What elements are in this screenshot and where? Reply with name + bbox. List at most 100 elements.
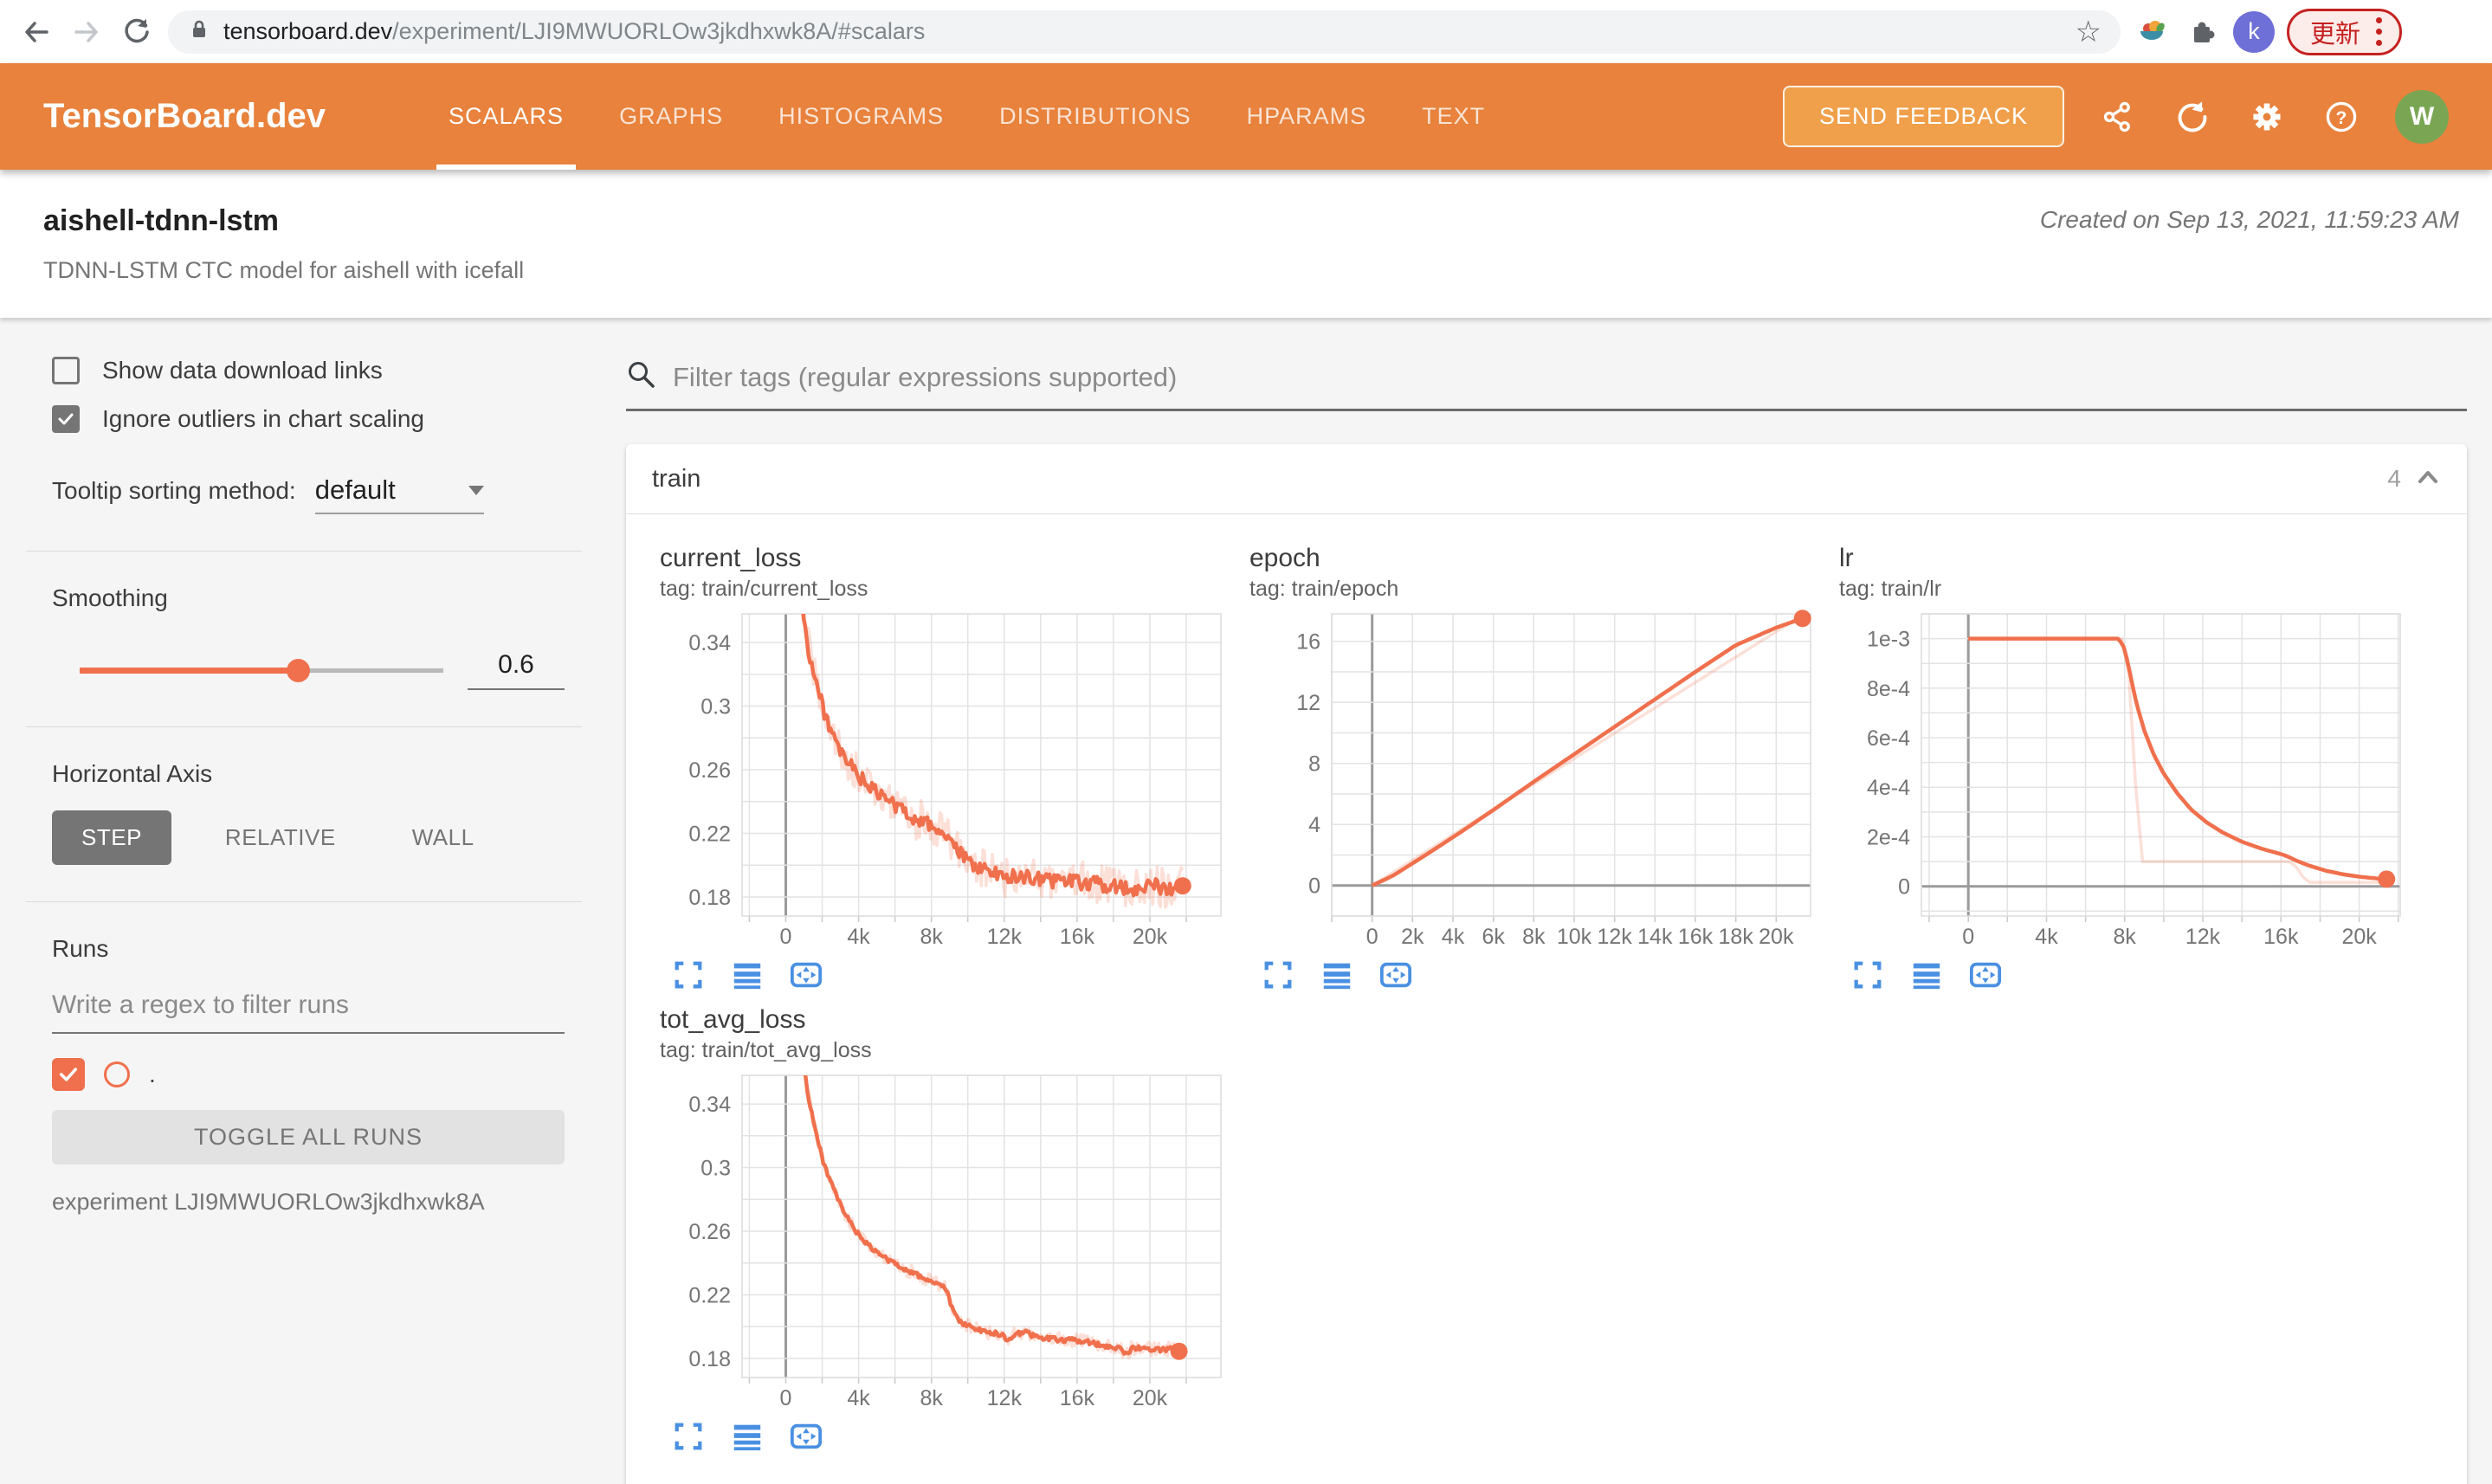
fit-domain-icon[interactable] [788, 957, 824, 993]
svg-text:0.26: 0.26 [688, 1220, 731, 1244]
fit-domain-icon[interactable] [788, 1418, 824, 1455]
svg-text:16k: 16k [1060, 1386, 1095, 1410]
chart-plot[interactable]: 0 4k 8k 12k 16k 20k 0.34 0.3 0.26 0.22 0.18 [660, 605, 1231, 952]
tab-hparams[interactable]: HPARAMS [1219, 63, 1395, 170]
svg-text:4e-4: 4e-4 [1867, 776, 1910, 800]
svg-text:0.26: 0.26 [688, 758, 731, 783]
train-section-header[interactable]: train 4 [626, 444, 2467, 514]
help-icon[interactable]: ? [2321, 96, 2362, 138]
chart-tag: tag: train/current_loss [660, 577, 868, 601]
send-feedback-button[interactable]: SEND FEEDBACK [1782, 86, 2064, 147]
log-scale-icon[interactable] [1319, 957, 1355, 993]
svg-text:0: 0 [780, 1386, 792, 1410]
svg-text:0: 0 [1308, 874, 1320, 899]
share-icon[interactable] [2097, 96, 2139, 138]
svg-text:0.3: 0.3 [700, 695, 731, 719]
tab-graphs[interactable]: GRAPHS [591, 63, 751, 170]
expand-chart-icon[interactable] [1850, 957, 1886, 993]
browser-profile-avatar[interactable]: k [2233, 10, 2275, 53]
section-chart-count: 4 [2387, 465, 2401, 492]
axis-option-relative[interactable]: RELATIVE [203, 810, 358, 865]
fit-domain-icon[interactable] [1967, 957, 2004, 993]
slider-thumb[interactable] [287, 659, 310, 682]
chart-plot[interactable]: 0 4k 8k 12k 16k 20k 0 2e-4 4e-4 6e-4 8e-4 1e-3 [1839, 605, 2411, 952]
runs-filter-input[interactable] [52, 982, 565, 1034]
extension-bowl-icon[interactable] [2133, 13, 2171, 51]
refresh-icon[interactable] [2172, 96, 2213, 138]
tooltip-sorting-select[interactable]: default [314, 474, 484, 514]
chart-title: lr [1839, 544, 1854, 572]
settings-gear-icon[interactable] [2246, 96, 2288, 138]
browser-forward-icon[interactable] [68, 13, 106, 51]
svg-text:4k: 4k [2035, 925, 2058, 949]
browser-back-icon[interactable] [17, 13, 55, 51]
tooltip-sorting-label: Tooltip sorting method: [52, 477, 296, 504]
experiment-title-bar: aishell-tdnn-lstm TDNN-LSTM CTC model fo… [0, 170, 2492, 318]
extensions-puzzle-icon[interactable] [2183, 13, 2221, 51]
show-download-links-row[interactable]: Show data download links [52, 357, 565, 384]
log-scale-icon[interactable] [729, 957, 765, 993]
chart-tot-avg-loss: tot_avg_loss tag: train/tot_avg_loss 0 4k… [660, 1005, 1231, 1455]
smoothing-slider[interactable] [80, 659, 443, 682]
svg-text:4: 4 [1308, 813, 1320, 837]
log-scale-icon[interactable] [1908, 957, 1945, 993]
tab-histograms[interactable]: HISTOGRAMS [751, 63, 972, 170]
chart-plot[interactable]: 0 2k 4k 6k 8k 10k 12k 14k 16k 18k 20k 0 4 8 12 16 [1249, 605, 1821, 952]
chart-lr: lr tag: train/lr 0 4k 8k 12k 16k 20k 0 2e-4 4e-4… [1839, 544, 2411, 993]
browser-update-menu-button[interactable]: 更新 [2287, 8, 2403, 55]
svg-text:8k: 8k [1522, 925, 1546, 949]
svg-text:16: 16 [1296, 630, 1320, 655]
ignore-outliers-checkbox[interactable] [52, 405, 80, 433]
lock-icon [187, 17, 211, 46]
svg-text:12: 12 [1296, 691, 1320, 715]
svg-text:0.34: 0.34 [688, 1093, 731, 1117]
expand-chart-icon[interactable] [670, 957, 707, 993]
svg-text:8: 8 [1308, 752, 1320, 777]
log-scale-icon[interactable] [729, 1418, 765, 1455]
chart-current-loss: current_loss tag: train/current_loss 0 4k… [660, 544, 1231, 993]
svg-text:4k: 4k [1442, 925, 1465, 949]
tab-distributions[interactable]: DISTRIBUTIONS [972, 63, 1219, 170]
browser-reload-icon[interactable] [118, 13, 156, 51]
svg-text:6e-4: 6e-4 [1867, 726, 1910, 751]
fit-domain-icon[interactable] [1378, 957, 1414, 993]
chart-tag: tag: train/lr [1839, 577, 1942, 601]
expand-chart-icon[interactable] [670, 1418, 707, 1455]
brand-title: TensorBoard.dev [43, 97, 326, 135]
svg-text:2k: 2k [1401, 925, 1424, 949]
show-download-links-checkbox[interactable] [52, 357, 80, 384]
tab-text[interactable]: TEXT [1394, 63, 1513, 170]
update-label: 更新 [2310, 20, 2361, 48]
ignore-outliers-row[interactable]: Ignore outliers in chart scaling [52, 405, 565, 433]
address-bar[interactable]: tensorboard.dev/experiment/LJI9MWUORLOw3… [168, 10, 2121, 54]
chart-plot[interactable]: 0 4k 8k 12k 16k 20k 0.34 0.3 0.26 0.22 0.18 [660, 1067, 1231, 1413]
tab-scalars[interactable]: SCALARS [421, 63, 591, 170]
svg-text:16k: 16k [1060, 925, 1095, 949]
user-avatar[interactable]: W [2395, 89, 2449, 144]
axis-option-wall[interactable]: WALL [390, 810, 497, 865]
bookmark-star-icon[interactable]: ☆ [2076, 17, 2101, 47]
run-row[interactable]: . [52, 1058, 565, 1091]
toggle-all-runs-button[interactable]: TOGGLE ALL RUNS [52, 1110, 565, 1165]
run-checkbox[interactable] [52, 1058, 85, 1091]
search-icon [626, 359, 657, 395]
svg-text:10k: 10k [1557, 925, 1592, 949]
expand-chart-icon[interactable] [1260, 957, 1296, 993]
divider [26, 901, 582, 902]
chart-tag: tag: train/epoch [1249, 577, 1399, 601]
train-section-card: train 4 current_loss tag: train/current_… [626, 444, 2467, 1484]
svg-text:0.3: 0.3 [700, 1157, 731, 1181]
svg-text:4k: 4k [847, 1386, 870, 1410]
filter-tags-input[interactable] [673, 361, 2467, 393]
svg-text:12k: 12k [987, 1386, 1023, 1410]
svg-text:16k: 16k [2263, 925, 2299, 949]
run-color-swatch[interactable] [104, 1061, 130, 1087]
smoothing-value[interactable]: 0.6 [468, 650, 565, 690]
chevron-up-icon[interactable] [2415, 466, 2441, 493]
axis-option-step[interactable]: STEP [52, 810, 171, 865]
svg-text:0: 0 [780, 925, 792, 949]
svg-text:0.34: 0.34 [688, 631, 731, 655]
url-text: tensorboard.dev/experiment/LJI9MWUORLOw3… [223, 18, 926, 44]
chart-title: epoch [1249, 544, 1320, 572]
svg-text:6k: 6k [1482, 925, 1505, 949]
